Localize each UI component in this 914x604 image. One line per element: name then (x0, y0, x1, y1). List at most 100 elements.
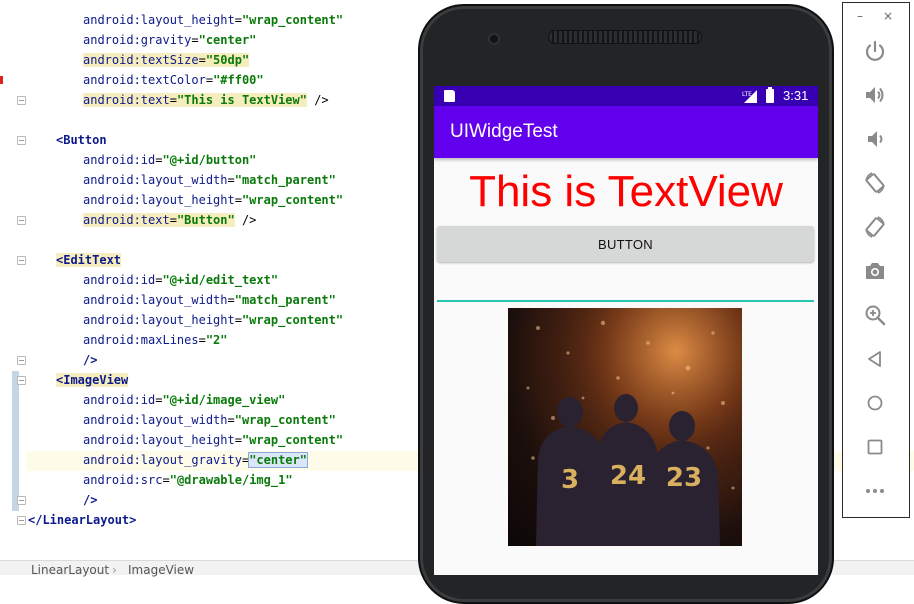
fold-icon[interactable] (17, 516, 26, 525)
status-time: 3:31 (783, 88, 809, 103)
code-line: android:gravity="center" (83, 33, 257, 47)
code-value: "center" (248, 452, 308, 468)
code-tag: /> (83, 353, 98, 367)
code-attribute: android:layout_height (83, 13, 235, 27)
jersey-number: 24 (610, 461, 646, 491)
code-line: /> (83, 350, 97, 370)
code-value: "wrap_content" (241, 433, 344, 447)
code-tag: <ImageView (56, 373, 129, 387)
main-button[interactable]: BUTTON (437, 226, 814, 262)
code-line: android:src="@drawable/img_1" (83, 473, 293, 487)
front-camera (488, 33, 500, 45)
battery-icon (766, 87, 774, 103)
code-attribute: android:maxLines (83, 333, 199, 347)
rotate-left-icon[interactable] (863, 171, 887, 195)
code-line: android:layout_gravity="center" (83, 452, 308, 468)
fold-icon[interactable] (17, 356, 26, 365)
error-marker (0, 76, 3, 84)
code-value: "wrap_content" (241, 13, 344, 27)
zoom-icon[interactable] (863, 303, 887, 327)
app-title: UIWidgeTest (450, 121, 558, 142)
code-attribute: android:text (83, 213, 170, 227)
code-value: "50dp" (205, 53, 250, 67)
code-value: "This is TextView" (176, 93, 307, 107)
code-line: android:text="Button" /> (83, 213, 257, 227)
code-value: "2" (205, 333, 228, 347)
code-value: "match_parent" (234, 173, 336, 187)
signal-lte-icon: LTE (742, 90, 757, 103)
image-view: 3 24 23 (508, 308, 742, 546)
code-attribute: android:layout_height (83, 433, 235, 447)
code-attribute: android:textSize (83, 53, 199, 67)
code-value: "@+id/edit_text" (162, 273, 279, 287)
code-line: android:layout_width="match_parent" (83, 173, 336, 187)
minimize-button[interactable]: – (857, 10, 863, 22)
code-line: android:maxLines="2" (83, 333, 228, 347)
code-attribute: android:layout_width (83, 293, 228, 307)
fold-icon[interactable] (17, 376, 26, 385)
fold-icon[interactable] (17, 216, 26, 225)
more-icon[interactable] (863, 479, 887, 503)
code-value: "wrap_content" (241, 193, 344, 207)
code-line: android:layout_height="wrap_content" (83, 13, 344, 27)
home-icon[interactable] (863, 391, 887, 415)
volume-up-icon[interactable] (863, 83, 887, 107)
code-line: <Button (56, 130, 107, 150)
code-value: "#ff00" (213, 73, 264, 87)
fold-icon[interactable] (17, 256, 26, 265)
editor-gutter (0, 0, 26, 560)
jersey-number: 23 (666, 463, 702, 493)
android-status-bar: LTE 3:31 (434, 86, 818, 106)
code-attribute: android:textColor (83, 73, 206, 87)
code-attribute: android:layout_width (83, 413, 228, 427)
code-attribute: android:id (83, 273, 156, 287)
code-line: </LinearLayout> (28, 510, 136, 530)
emulator-toolbar: – × (842, 2, 910, 518)
jersey-number: 3 (561, 465, 579, 495)
code-attribute: android:layout_height (83, 193, 235, 207)
code-attribute: android:id (83, 393, 156, 407)
volume-down-icon[interactable] (863, 127, 887, 151)
code-line: android:layout_height="wrap_content" (83, 193, 344, 207)
code-tag: <Button (56, 133, 107, 147)
code-attribute: android:layout_gravity (83, 453, 242, 467)
code-attribute: android:layout_width (83, 173, 228, 187)
code-line: android:layout_height="wrap_content" (83, 313, 344, 327)
code-line: <EditText (56, 250, 122, 270)
app-bar: UIWidgeTest (434, 106, 818, 158)
text-view: This is TextView (469, 167, 783, 216)
fold-icon[interactable] (17, 96, 26, 105)
code-line: android:layout_width="wrap_content" (83, 413, 336, 427)
rotate-right-icon[interactable] (863, 215, 887, 239)
code-line: android:textColor="#ff00" (83, 73, 264, 87)
back-icon[interactable] (863, 347, 887, 371)
code-value: "wrap_content" (234, 413, 336, 427)
code-line: android:text="This is TextView" /> (83, 93, 329, 107)
power-icon[interactable] (863, 39, 887, 63)
device-screen[interactable]: LTE 3:31 UIWidgeTest This is TextView BU… (434, 86, 818, 575)
code-attribute: android:src (83, 473, 163, 487)
code-value: "@drawable/img_1" (169, 473, 293, 487)
change-marker (12, 371, 19, 511)
earpiece-speaker (548, 30, 702, 44)
code-tag: <EditText (56, 253, 122, 267)
overview-icon[interactable] (863, 435, 887, 459)
fold-icon[interactable] (17, 496, 26, 505)
close-button[interactable]: × (883, 10, 893, 22)
fold-icon[interactable] (17, 136, 26, 145)
edit-text-field[interactable] (437, 272, 814, 302)
code-attribute: android:layout_height (83, 313, 235, 327)
code-tag: /> (83, 493, 98, 507)
code-line: android:layout_height="wrap_content" (83, 433, 344, 447)
code-value: "@+id/image_view" (162, 393, 286, 407)
code-attribute: android:gravity (83, 33, 192, 47)
code-value: "@+id/button" (162, 153, 257, 167)
code-attribute: android:text (83, 93, 170, 107)
camera-icon[interactable] (863, 259, 887, 283)
code-line: android:id="@+id/image_view" (83, 393, 286, 407)
code-line: /> (83, 490, 97, 510)
code-line: <ImageView (56, 370, 129, 390)
code-value: "wrap_content" (241, 313, 344, 327)
code-value: "match_parent" (234, 293, 336, 307)
network-type-label: LTE (742, 91, 752, 98)
